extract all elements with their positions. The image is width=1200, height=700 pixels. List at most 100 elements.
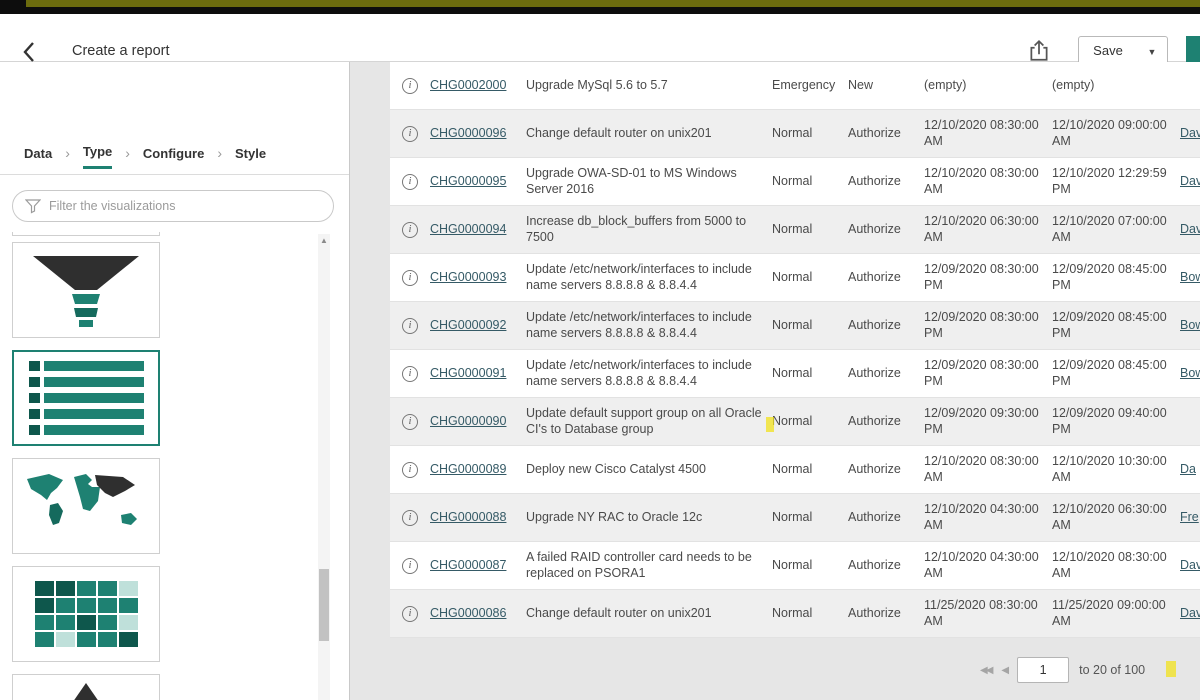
table-row: i CHG0000088 Upgrade NY RAC to Oracle 12… (390, 494, 1200, 542)
assigned-to-link[interactable]: Dav (1180, 222, 1200, 236)
short-description: Update default support group on all Orac… (526, 406, 772, 437)
step-type[interactable]: Type (83, 144, 112, 169)
assigned-to-link[interactable]: Dav (1180, 126, 1200, 140)
info-icon[interactable]: i (402, 606, 418, 622)
wizard-steps: Data › Type › Configure › Style (24, 144, 266, 169)
change-records-table: i CHG0002000 Upgrade MySql 5.6 to 5.7 Em… (390, 62, 1200, 638)
info-icon[interactable]: i (402, 270, 418, 286)
viz-option-list[interactable] (12, 350, 160, 446)
record-number-link[interactable]: CHG0000090 (430, 414, 506, 428)
info-icon[interactable]: i (402, 318, 418, 334)
info-icon[interactable]: i (402, 510, 418, 526)
record-number-link[interactable]: CHG0000089 (430, 462, 506, 476)
assigned-to-link[interactable]: Bow (1180, 270, 1200, 284)
info-icon[interactable]: i (402, 414, 418, 430)
world-map-icon (21, 469, 151, 543)
assigned-to-link[interactable]: Dav (1180, 558, 1200, 572)
record-number-link[interactable]: CHG0000093 (430, 270, 506, 284)
scrollbar-thumb[interactable] (319, 569, 329, 641)
info-icon[interactable]: i (402, 558, 418, 574)
scroll-up-icon[interactable]: ▲ (318, 234, 330, 248)
viz-option-partial (12, 232, 160, 236)
planned-start-date: 12/10/2020 08:30:00 AM (924, 166, 1052, 197)
state-value: Authorize (848, 606, 924, 622)
short-description: Change default router on unix201 (526, 606, 772, 622)
info-icon[interactable]: i (402, 174, 418, 190)
heatmap-icon (35, 581, 138, 647)
assigned-to-link[interactable]: Dav (1180, 606, 1200, 620)
priority-value: Normal (772, 270, 848, 286)
record-number-link[interactable]: CHG0000094 (430, 222, 506, 236)
planned-end-date: 12/10/2020 10:30:00 AM (1052, 454, 1180, 485)
viz-option-heatmap[interactable] (12, 566, 160, 662)
funnel-chart-icon (21, 250, 151, 330)
record-number-link[interactable]: CHG0002000 (430, 78, 506, 92)
priority-value: Normal (772, 222, 848, 238)
short-description: Increase db_block_buffers from 5000 to 7… (526, 214, 772, 245)
table-row: i CHG0000087 A failed RAID controller ca… (390, 542, 1200, 590)
planned-end-date: 12/10/2020 07:00:00 AM (1052, 214, 1180, 245)
step-data[interactable]: Data (24, 146, 52, 168)
page-title: Create a report (72, 43, 170, 59)
record-number-link[interactable]: CHG0000091 (430, 366, 506, 380)
record-number-link[interactable]: CHG0000092 (430, 318, 506, 332)
planned-start-date: 12/10/2020 04:30:00 AM (924, 550, 1052, 581)
record-number-link[interactable]: CHG0000095 (430, 174, 506, 188)
state-value: Authorize (848, 270, 924, 286)
assigned-to-link[interactable]: Dav (1180, 174, 1200, 188)
table-row: i CHG0000093 Update /etc/network/interfa… (390, 254, 1200, 302)
prev-page-icon[interactable]: ◀ (1001, 665, 1007, 676)
planned-start-date: 11/25/2020 08:30:00 AM (924, 598, 1052, 629)
state-value: Authorize (848, 462, 924, 478)
priority-value: Normal (772, 414, 848, 430)
short-description: Deploy new Cisco Catalyst 4500 (526, 462, 772, 478)
record-number-link[interactable]: CHG0000086 (430, 606, 506, 620)
table-row: i CHG0000089 Deploy new Cisco Catalyst 4… (390, 446, 1200, 494)
priority-value: Normal (772, 606, 848, 622)
info-icon[interactable]: i (402, 366, 418, 382)
state-value: Authorize (848, 414, 924, 430)
page-number-input[interactable] (1017, 657, 1069, 683)
viz-option-pyramid[interactable] (12, 674, 160, 700)
assigned-to-link[interactable]: Bow (1180, 318, 1200, 332)
planned-start-date: 12/09/2020 08:30:00 PM (924, 358, 1052, 389)
priority-value: Normal (772, 366, 848, 382)
planned-end-date: (empty) (1052, 78, 1180, 94)
chevron-right-icon: › (125, 145, 130, 168)
viz-option-world-map[interactable] (12, 458, 160, 554)
table-row: i CHG0000086 Change default router on un… (390, 590, 1200, 638)
planned-end-date: 12/09/2020 08:45:00 PM (1052, 358, 1180, 389)
state-value: New (848, 78, 924, 94)
state-value: Authorize (848, 126, 924, 142)
assigned-to-link[interactable]: Fre (1180, 510, 1199, 524)
step-configure[interactable]: Configure (143, 146, 204, 168)
filter-input[interactable] (49, 199, 321, 213)
info-icon[interactable]: i (402, 78, 418, 94)
planned-start-date: 12/09/2020 08:30:00 PM (924, 262, 1052, 293)
step-style[interactable]: Style (235, 146, 266, 168)
priority-value: Normal (772, 318, 848, 334)
planned-end-date: 12/09/2020 08:45:00 PM (1052, 310, 1180, 341)
panel-scrollbar[interactable]: ▲ ▼ (318, 234, 330, 700)
short-description: Update /etc/network/interfaces to includ… (526, 262, 772, 293)
planned-end-date: 11/25/2020 09:00:00 AM (1052, 598, 1180, 629)
record-number-link[interactable]: CHG0000087 (430, 558, 506, 572)
pagination-range: to 20 of 100 (1079, 663, 1145, 677)
table-row: i CHG0000092 Update /etc/network/interfa… (390, 302, 1200, 350)
filter-funnel-icon (25, 199, 41, 214)
info-icon[interactable]: i (402, 126, 418, 142)
record-number-link[interactable]: CHG0000088 (430, 510, 506, 524)
assigned-to-link[interactable]: Da (1180, 462, 1196, 476)
info-icon[interactable]: i (402, 462, 418, 478)
first-page-icon[interactable]: ◀◀ (980, 665, 991, 676)
planned-start-date: 12/09/2020 08:30:00 PM (924, 310, 1052, 341)
record-number-link[interactable]: CHG0000096 (430, 126, 506, 140)
info-icon[interactable]: i (402, 222, 418, 238)
top-bar-corner (0, 0, 26, 7)
top-bar (0, 7, 1200, 14)
viz-option-funnel[interactable] (12, 242, 160, 338)
assigned-to-link[interactable]: Bow (1180, 366, 1200, 380)
table-row: i CHG0002000 Upgrade MySql 5.6 to 5.7 Em… (390, 62, 1200, 110)
priority-value: Normal (772, 174, 848, 190)
scroll-down-icon[interactable]: ▼ (318, 696, 330, 700)
